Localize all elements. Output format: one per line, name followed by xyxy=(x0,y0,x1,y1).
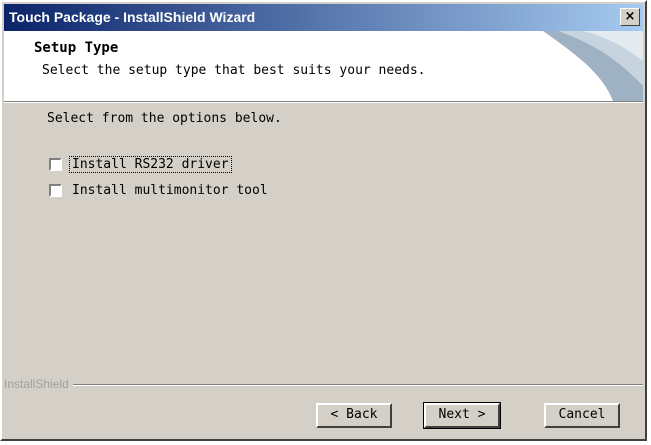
wizard-header: Setup Type Select the setup type that be… xyxy=(4,31,643,101)
header-logo-icon xyxy=(543,31,643,101)
back-button[interactable]: < Back xyxy=(316,403,392,428)
window-title: Touch Package - InstallShield Wizard xyxy=(9,9,256,25)
footer-divider xyxy=(4,384,643,386)
multimonitor-label[interactable]: Install multimonitor tool xyxy=(70,183,270,198)
page-subtitle: Select the setup type that best suits yo… xyxy=(42,63,426,78)
close-icon: × xyxy=(624,9,636,24)
rs232-checkbox[interactable] xyxy=(49,158,62,171)
next-button[interactable]: Next > xyxy=(423,402,501,429)
rs232-label[interactable]: Install RS232 driver xyxy=(69,156,232,173)
option-rs232-driver[interactable]: Install RS232 driver xyxy=(49,156,232,173)
cancel-button[interactable]: Cancel xyxy=(544,403,620,428)
header-divider xyxy=(4,101,643,103)
title-bar[interactable]: Touch Package - InstallShield Wizard × xyxy=(4,4,643,31)
multimonitor-checkbox[interactable] xyxy=(49,184,62,197)
brand-label: InstallShield xyxy=(4,377,73,391)
page-title: Setup Type xyxy=(34,40,119,56)
close-button[interactable]: × xyxy=(620,8,640,26)
installer-window: Touch Package - InstallShield Wizard × S… xyxy=(0,0,647,441)
instruction-text: Select from the options below. xyxy=(47,111,282,126)
option-multimonitor-tool[interactable]: Install multimonitor tool xyxy=(49,183,270,198)
